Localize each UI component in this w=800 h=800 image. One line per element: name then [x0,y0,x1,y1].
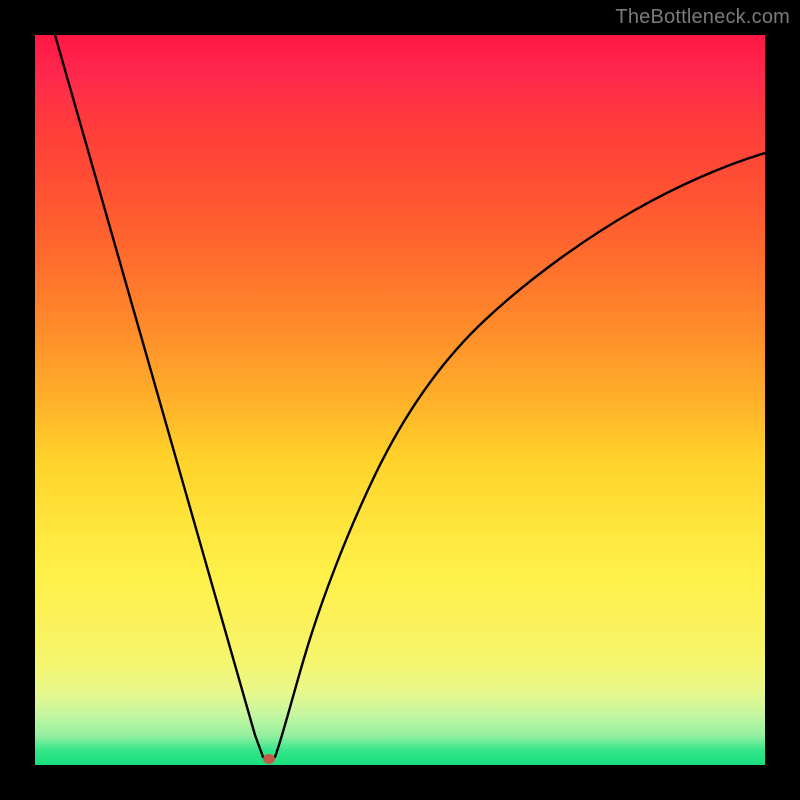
curve-right-branch [275,153,765,757]
chart-frame: TheBottleneck.com [0,0,800,800]
curve-left-branch [55,35,263,757]
plot-area [35,35,765,765]
minimum-marker [263,754,275,764]
curve-svg [35,35,765,765]
attribution-text: TheBottleneck.com [615,6,790,29]
